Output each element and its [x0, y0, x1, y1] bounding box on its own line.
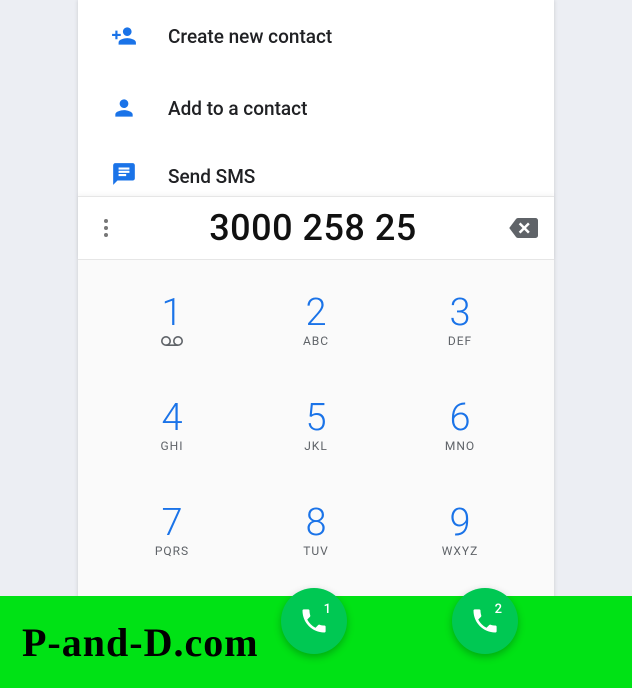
key-6[interactable]: 6 MNO [388, 373, 532, 478]
add-person-icon [110, 22, 138, 50]
sms-icon [110, 160, 138, 188]
sim2-badge: 2 [495, 602, 502, 617]
key-4[interactable]: 4 GHI [100, 373, 244, 478]
create-contact-row[interactable]: Create new contact [78, 0, 554, 72]
key-9[interactable]: 9 WXYZ [388, 478, 532, 583]
send-sms-row[interactable]: Send SMS [78, 144, 554, 196]
call-button-sim2[interactable]: 2 [452, 588, 518, 654]
voicemail-icon [160, 334, 184, 348]
key-3[interactable]: 3 DEF [388, 268, 532, 373]
contact-actions: Create new contact Add to a contact Send… [78, 0, 554, 196]
send-sms-label: Send SMS [168, 165, 255, 188]
add-to-contact-label: Add to a contact [168, 97, 307, 120]
key-2[interactable]: 2 ABC [244, 268, 388, 373]
backspace-button[interactable] [506, 211, 540, 245]
sim1-badge: 1 [324, 602, 331, 617]
create-contact-label: Create new contact [168, 25, 332, 48]
person-icon [110, 94, 138, 122]
dialed-number: 3000 258 25 [120, 207, 506, 249]
key-8[interactable]: 8 TUV [244, 478, 388, 583]
number-entry-bar: 3000 258 25 [78, 196, 554, 260]
key-1[interactable]: 1 [100, 268, 244, 373]
key-7[interactable]: 7 PQRS [100, 478, 244, 583]
more-options-button[interactable] [92, 213, 120, 243]
dialer-screen: Create new contact Add to a contact Send… [78, 0, 554, 688]
call-button-sim1[interactable]: 1 [281, 588, 347, 654]
key-5[interactable]: 5 JKL [244, 373, 388, 478]
add-to-contact-row[interactable]: Add to a contact [78, 72, 554, 144]
